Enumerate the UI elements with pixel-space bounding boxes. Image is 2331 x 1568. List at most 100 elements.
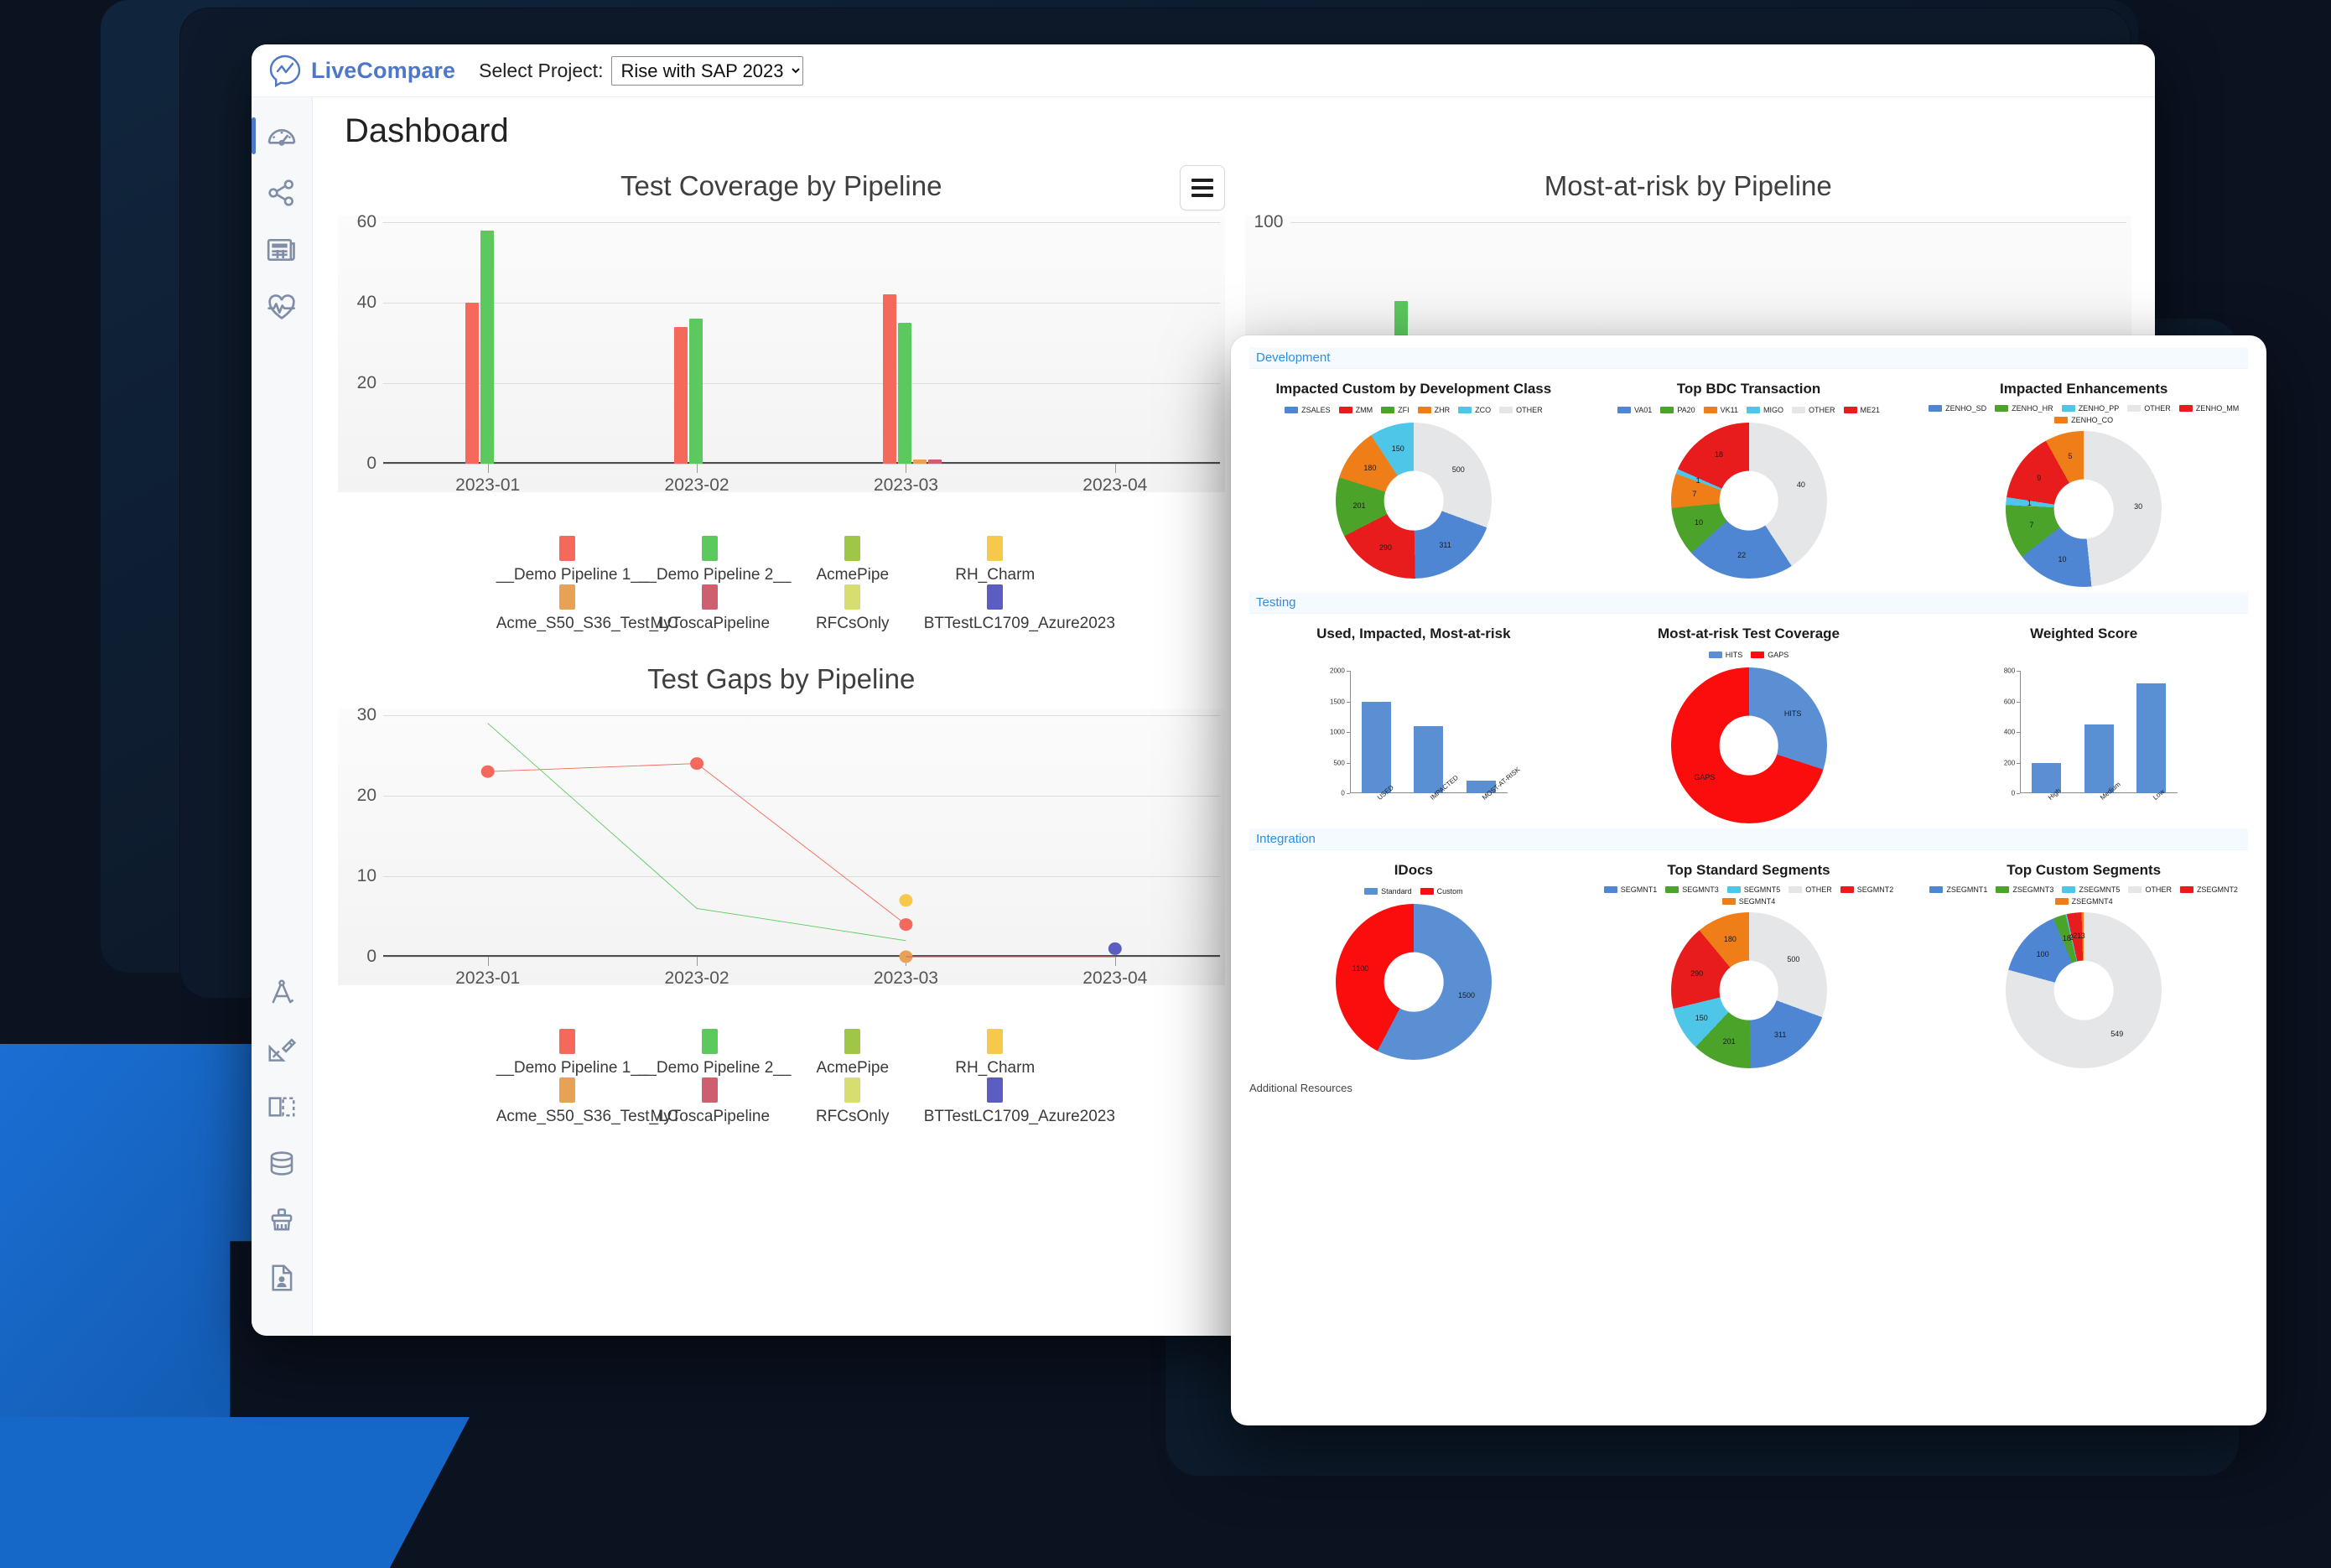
legend-item[interactable]: Acme_S50_S36_Test_LC	[496, 584, 678, 633]
legend-label: __Demo Pipeline 1__	[496, 1059, 649, 1077]
legend-label: ME21	[1860, 406, 1881, 414]
sidebar-item-design[interactable]	[262, 973, 302, 1013]
legend-item[interactable]: SEGMNT1	[1603, 885, 1657, 894]
legend-item[interactable]: ZSALES	[1285, 404, 1331, 416]
legend-item[interactable]: ME21	[1843, 404, 1881, 416]
sidebar-item-profile[interactable]	[262, 1258, 302, 1298]
legend-item[interactable]: OTHER	[1792, 404, 1835, 416]
bar	[480, 230, 494, 464]
legend-item[interactable]: ZENHO_HR	[1995, 404, 2053, 413]
legend-label: ZSEGMNT4	[2071, 897, 2113, 906]
legend-item[interactable]: GAPS	[1751, 649, 1788, 661]
sidebar-item-layout[interactable]	[262, 1087, 302, 1127]
slice-label: 100	[2036, 950, 2049, 959]
slice-label: 180	[1723, 934, 1737, 943]
chart-title: IDocs	[1394, 862, 1433, 878]
legend-item[interactable]: SEGMNT2	[1840, 885, 1893, 894]
legend-label: GAPS	[1768, 651, 1789, 659]
section-header: Integration	[1249, 828, 2248, 850]
legend-item[interactable]: AcmePipe	[781, 536, 924, 584]
legend-item[interactable]: ZSEGMNT2	[2179, 885, 2238, 894]
legend-item[interactable]: Standard	[1364, 885, 1412, 897]
legend-item[interactable]: __Demo Pipeline 2__	[639, 536, 791, 584]
legend-item[interactable]: BTTestLC1709_Azure2023	[924, 584, 1115, 633]
axis-y-label: 200	[2003, 759, 2016, 766]
legend-item[interactable]: VA01	[1617, 404, 1652, 416]
axis-tick	[1114, 464, 1116, 473]
bar	[898, 323, 912, 464]
slice-label: 1100	[1352, 964, 1369, 974]
legend-item[interactable]: ZCO	[1458, 404, 1491, 416]
legend-item[interactable]: OTHER	[1499, 404, 1543, 416]
sidebar-item-edit[interactable]	[262, 1030, 302, 1070]
sidebar-item-theme[interactable]	[262, 1201, 302, 1241]
legend-item[interactable]: ZENHO_SD	[1929, 404, 1986, 413]
legend-label: BTTestLC1709_Azure2023	[923, 1108, 1115, 1125]
sidebar-item-data[interactable]	[262, 1144, 302, 1184]
legend-item[interactable]: RH_Charm	[924, 536, 1067, 584]
legend-label: RFCsOnly	[815, 615, 890, 632]
legend-item[interactable]: ZSEGMNT5	[2062, 885, 2120, 894]
sidebar-item-health[interactable]	[262, 287, 302, 327]
brush-icon	[271, 1208, 293, 1231]
legend-item[interactable]: __Demo Pipeline 2__	[639, 1029, 791, 1077]
project-select[interactable]: Rise with SAP 2023	[611, 55, 804, 86]
legend-swatch	[702, 1029, 719, 1054]
legend-item[interactable]: HITS	[1708, 649, 1742, 661]
legend-item[interactable]: OTHER	[2127, 404, 2171, 413]
legend-item[interactable]: __Demo Pipeline 1__	[496, 536, 648, 584]
legend-item[interactable]: Custom	[1420, 885, 1463, 897]
legend-item[interactable]: PA20	[1660, 404, 1695, 416]
chart-title: Top BDC Transaction	[1676, 381, 1821, 397]
heart-pulse-icon	[267, 294, 295, 319]
chart-menu-button[interactable]	[1179, 165, 1225, 210]
legend-item[interactable]: RH_Charm	[924, 1029, 1067, 1077]
legend-label: ZENHO_CO	[2071, 416, 2114, 424]
bar	[883, 294, 897, 464]
chart-legend	[1919, 649, 2248, 661]
legend-item[interactable]: ZSEGMNT3	[1996, 885, 2053, 894]
bar	[674, 326, 688, 464]
chart-title: Impacted Custom by Development Class	[1275, 381, 1552, 397]
chart-title: Top Custom Segments	[2007, 862, 2162, 878]
legend-item[interactable]: ZHR	[1417, 404, 1450, 416]
legend-item[interactable]: SEGMNT3	[1665, 885, 1719, 894]
legend-item[interactable]: ZENHO_CO	[2054, 416, 2113, 424]
legend-item[interactable]: MyToscaPipeline	[639, 1077, 781, 1126]
legend-item[interactable]: SEGMNT5	[1726, 885, 1780, 894]
slice-label: 1	[2027, 499, 2032, 508]
legend-label: OTHER	[1809, 406, 1835, 414]
legend-label: Standard	[1381, 887, 1412, 896]
sidebar-item-analysis[interactable]	[262, 173, 302, 213]
legend-item[interactable]: OTHER	[2128, 885, 2172, 894]
axis-y-label: 2000	[1330, 667, 1345, 675]
legend-item[interactable]: ZENHO_PP	[2061, 404, 2119, 413]
slice-label: 549	[2110, 1029, 2124, 1038]
donut-hole	[2053, 960, 2114, 1020]
legend-item[interactable]: ZSEGMNT4	[2054, 897, 2113, 906]
axis-y-tick	[1346, 762, 1350, 764]
legend-item[interactable]: AcmePipe	[781, 1029, 924, 1077]
chart-title: Weighted Score	[2030, 626, 2138, 641]
legend-swatch	[844, 1077, 861, 1103]
legend-item[interactable]: ZENHO_MM	[2178, 404, 2239, 413]
legend-item[interactable]: RFCsOnly	[781, 584, 924, 633]
legend-item[interactable]: VK11	[1703, 404, 1738, 416]
legend-item[interactable]: SEGMNT4	[1721, 897, 1776, 906]
legend-item[interactable]: OTHER	[1788, 885, 1832, 894]
legend-item[interactable]: ZSEGMNT1	[1929, 885, 1987, 894]
legend-item[interactable]: MyToscaPipeline	[639, 584, 781, 633]
legend-item[interactable]: ZMM	[1338, 404, 1373, 416]
legend-item[interactable]: RFCsOnly	[781, 1077, 924, 1126]
legend-item[interactable]: BTTestLC1709_Azure2023	[923, 1077, 1115, 1126]
section-chart-row: Impacted Custom by Development Class ZSAL…	[1249, 374, 2248, 587]
legend-item[interactable]: Acme_S50_S36_Test_LC	[496, 1077, 678, 1126]
legend-item[interactable]: __Demo Pipeline 1__	[496, 1029, 649, 1077]
legend-label: SEGMNT4	[1738, 897, 1776, 906]
axis-y-tick	[2017, 701, 2021, 703]
legend-item[interactable]: MIGO	[1747, 404, 1783, 416]
legend-item[interactable]: ZFI	[1381, 404, 1410, 416]
sidebar-item-reports[interactable]	[262, 230, 302, 270]
legend-label: VA01	[1633, 406, 1653, 414]
sidebar-item-dashboard[interactable]	[252, 116, 302, 156]
